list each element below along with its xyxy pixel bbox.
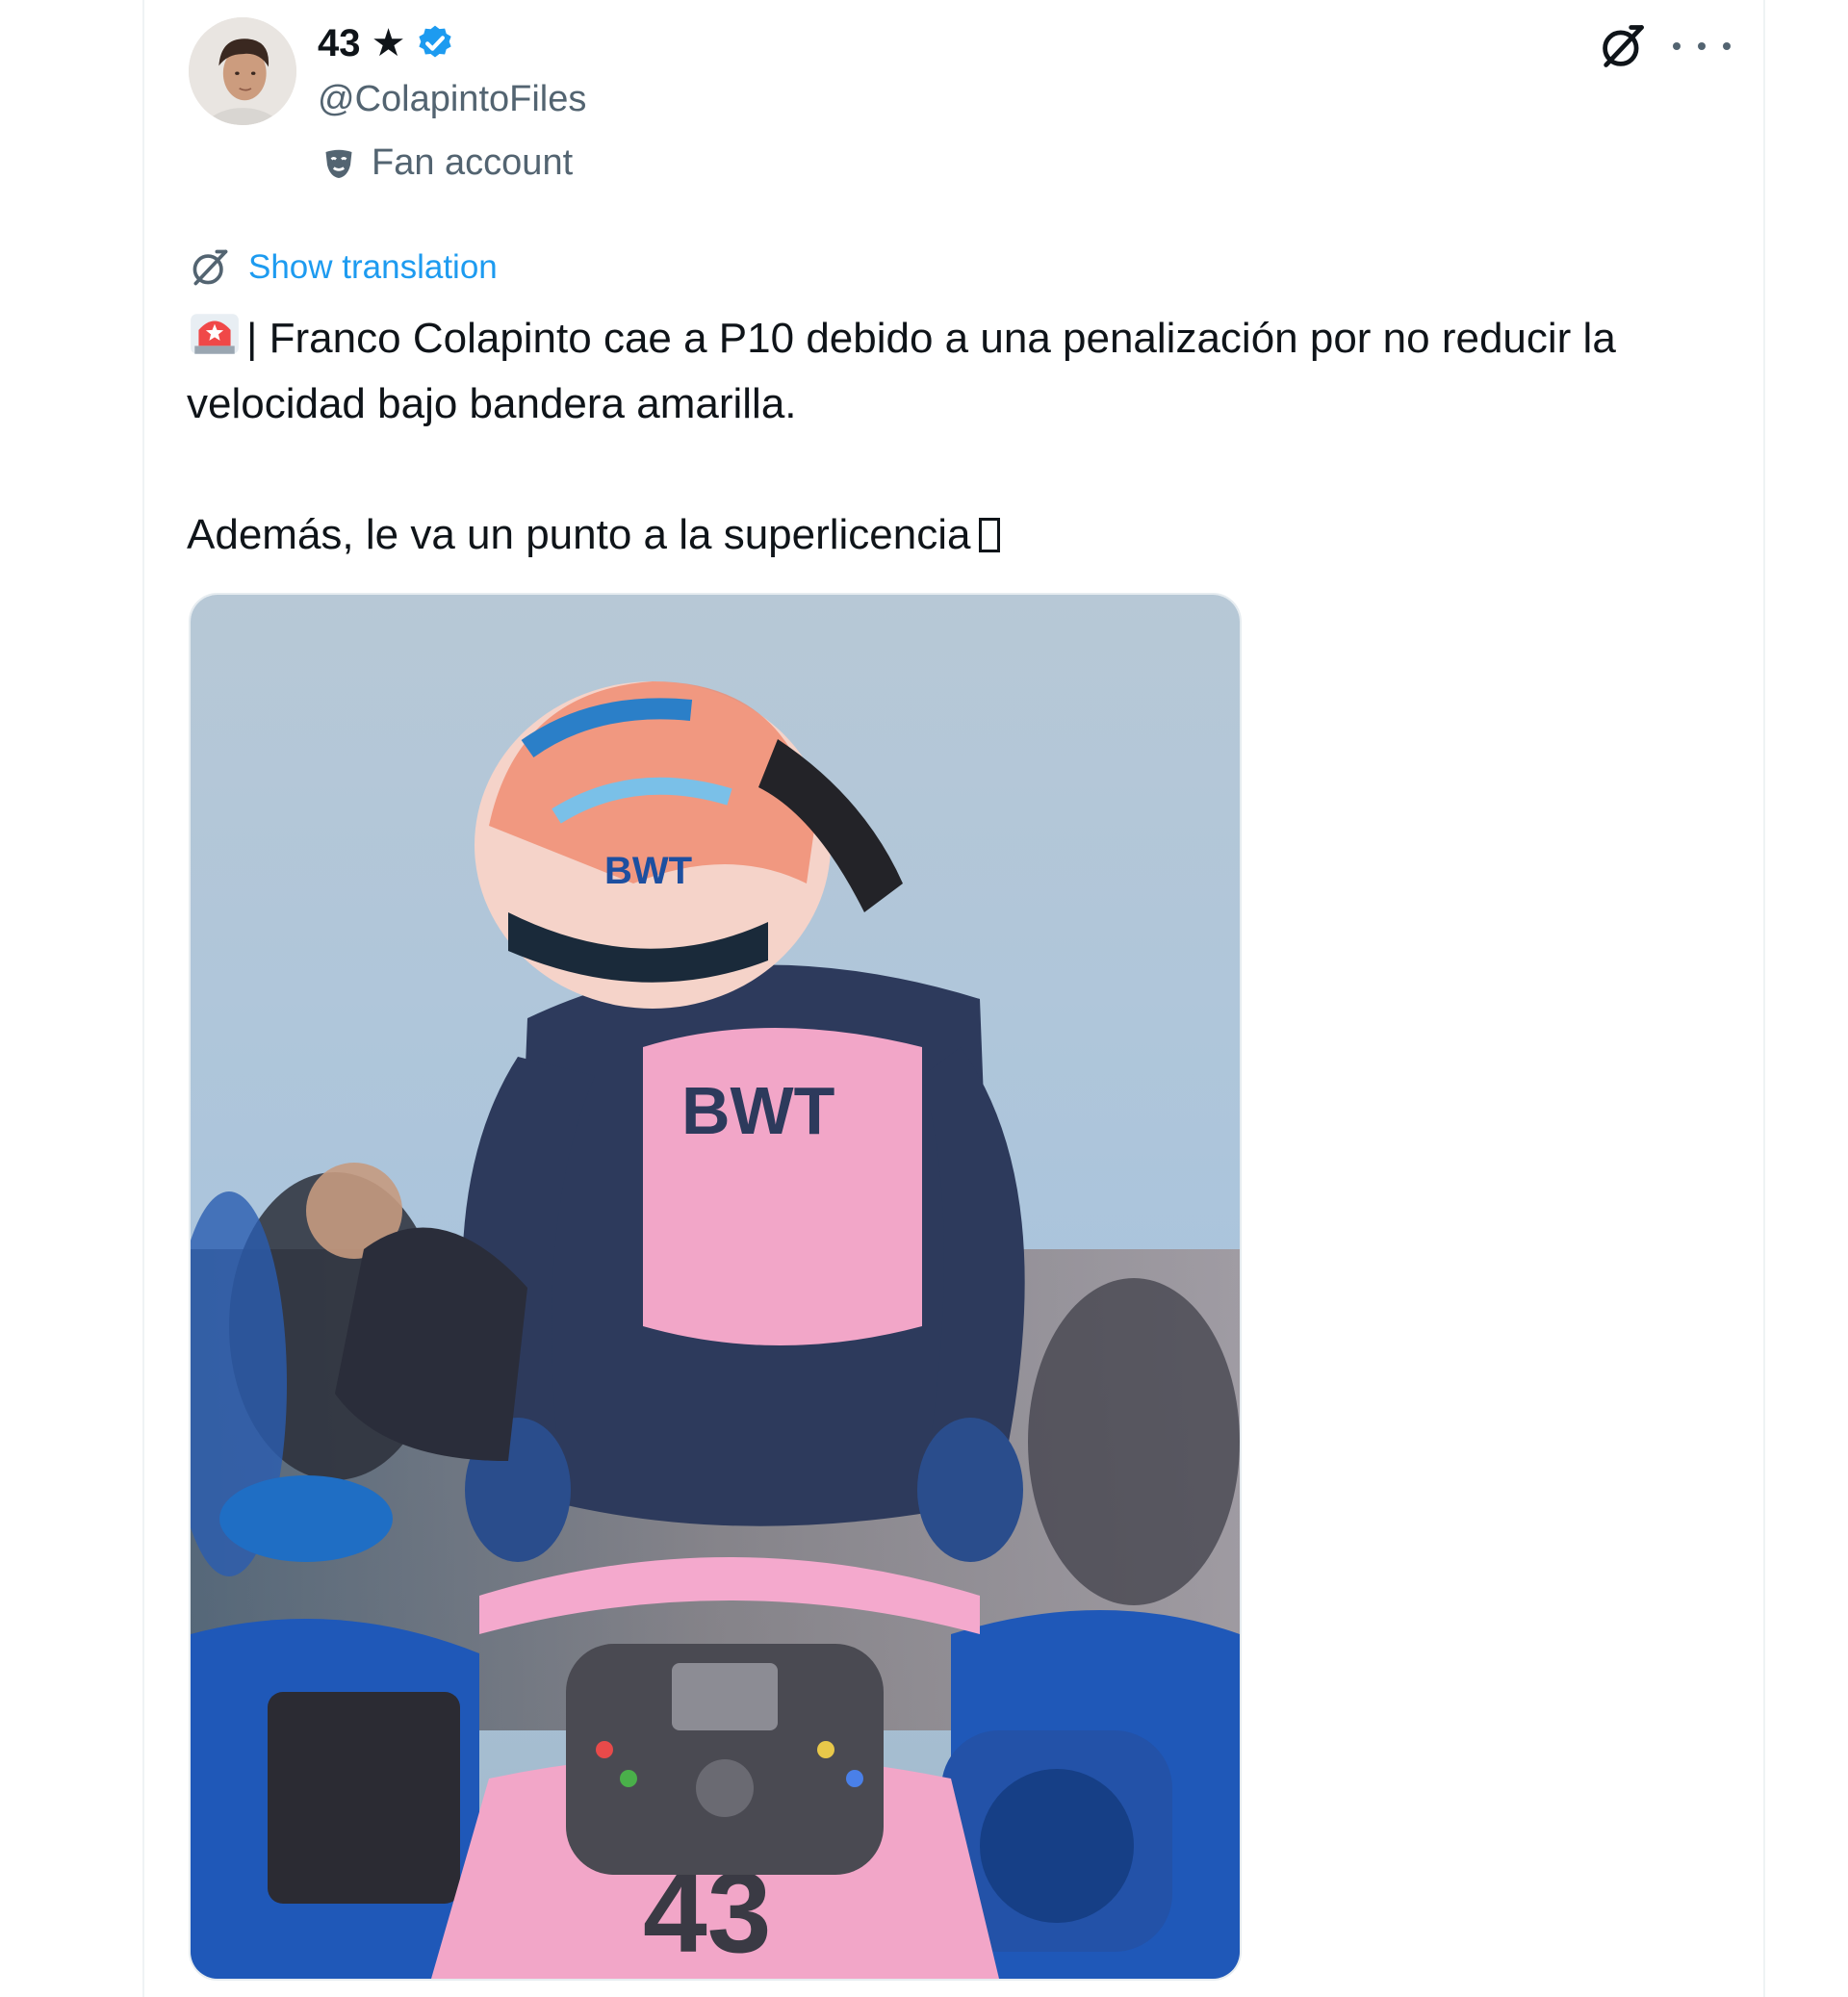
verified-badge-icon — [419, 25, 452, 58]
card-border-right — [1763, 0, 1765, 1997]
svg-text:BWT: BWT — [681, 1073, 834, 1148]
siren-emoji-icon — [191, 314, 239, 354]
mask-icon — [325, 149, 352, 178]
show-translation-row[interactable]: Show translation — [189, 246, 498, 289]
tweet-line-2: Además, le va un punto a la superlicenci… — [187, 511, 971, 558]
grok-icon[interactable] — [1598, 21, 1648, 71]
tweet-photo[interactable]: 43 BWT BWT — [189, 593, 1242, 1981]
translate-icon — [192, 249, 228, 286]
missing-glyph-icon — [978, 518, 1000, 552]
tweet-line-1: | Franco Colapinto cae a P10 debido a un… — [187, 315, 1629, 427]
more-dot — [1698, 42, 1706, 50]
svg-text:BWT: BWT — [604, 850, 692, 892]
more-dot — [1673, 42, 1681, 50]
avatar[interactable] — [189, 17, 296, 125]
fan-account-label: Fan account — [321, 142, 573, 184]
fan-account-text: Fan account — [372, 142, 574, 183]
author-handle[interactable]: @ColapintoFiles — [318, 79, 586, 120]
more-dot — [1723, 42, 1731, 50]
tweet-text: | Franco Colapinto cae a P10 debido a un… — [187, 306, 1746, 568]
race-car-driver-photo: 43 BWT BWT — [191, 595, 1240, 1979]
show-translation-link[interactable]: Show translation — [248, 248, 498, 287]
author-name-text[interactable]: 43 ★ — [318, 21, 405, 65]
author-display-name[interactable]: 43 ★ — [318, 21, 455, 65]
card-border-left — [142, 0, 144, 1997]
more-options-icon[interactable] — [1673, 25, 1731, 67]
